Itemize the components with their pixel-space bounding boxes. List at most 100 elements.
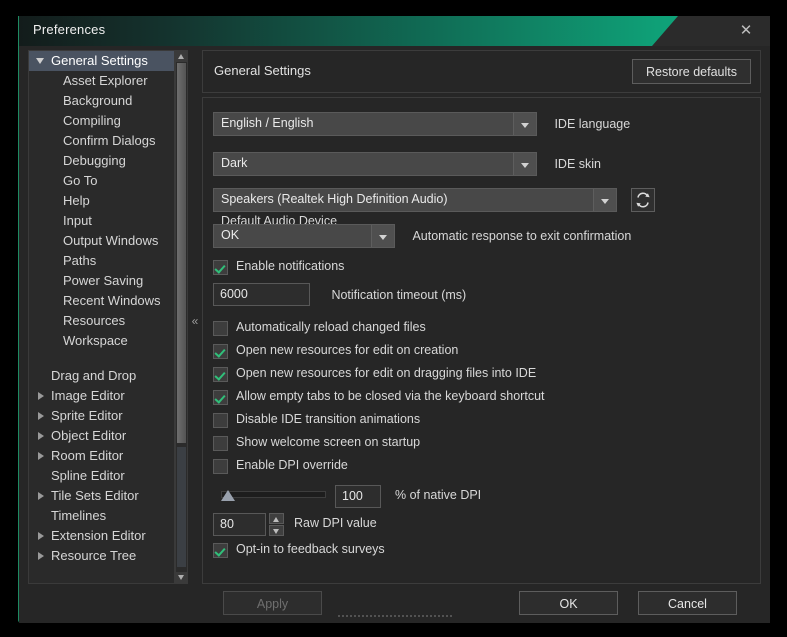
sidebar-item-asset-explorer[interactable]: Asset Explorer [29,71,174,91]
sidebar-item-background[interactable]: Background [29,91,174,111]
sidebar-item-label: Confirm Dialogs [63,133,155,148]
close-icon[interactable]: ✕ [736,21,756,41]
sidebar-item-go-to[interactable]: Go To [29,171,174,191]
sidebar-item-timelines[interactable]: Timelines [29,506,174,526]
chevron-right-icon[interactable] [36,426,48,446]
checkbox-box[interactable] [213,459,228,474]
sidebar-item-label: Extension Editor [51,528,146,543]
ide-skin-select[interactable]: Dark [213,152,537,176]
chevron-right-icon[interactable] [36,406,48,426]
chevron-right-icon[interactable] [36,446,48,466]
sidebar-scrollbar[interactable] [175,50,188,584]
scroll-down-icon[interactable] [176,572,187,583]
sidebar-item-sprite-editor[interactable]: Sprite Editor [29,406,174,426]
checkbox-box[interactable] [213,436,228,451]
tree-spacer [36,366,48,386]
sidebar-item-label: Tile Sets Editor [51,488,139,503]
sidebar-item-room-editor[interactable]: Room Editor [29,446,174,466]
checkbox-box[interactable] [213,321,228,336]
ide-skin-row: Dark IDE skin [213,152,601,176]
checkbox-box[interactable] [213,367,228,382]
checkbox-box[interactable] [213,543,228,558]
sidebar-item-help[interactable]: Help [29,191,174,211]
chevron-down-icon[interactable] [513,153,536,175]
sidebar-item-compiling[interactable]: Compiling [29,111,174,131]
raw-dpi-stepper[interactable] [269,513,284,536]
tree-spacer [36,271,48,291]
raw-dpi-label: Raw DPI value [294,516,377,530]
sidebar-item-power-saving[interactable]: Power Saving [29,271,174,291]
sidebar-item-label: Workspace [63,333,128,348]
sidebar-item-paths[interactable]: Paths [29,251,174,271]
notification-timeout-input[interactable]: 6000 [213,283,310,306]
sidebar-item-drag-and-drop[interactable]: Drag and Drop [29,366,174,386]
chevron-right-icon[interactable] [36,486,48,506]
tree-spacer [36,71,48,91]
exit-confirmation-value: OK [221,228,239,242]
sidebar-item-workspace[interactable]: Workspace [29,331,174,351]
apply-button[interactable]: Apply [223,591,322,615]
collapse-sidebar-handle[interactable]: « [189,311,201,331]
exit-confirmation-row: OK Automatic response to exit confirmati… [213,224,631,248]
checkbox-box[interactable] [213,260,228,275]
sidebar-item-spline-editor[interactable]: Spline Editor [29,466,174,486]
tree-spacer [36,111,48,131]
sidebar-item-confirm-dialogs[interactable]: Confirm Dialogs [29,131,174,151]
restore-defaults-button[interactable]: Restore defaults [632,59,751,84]
checkbox-box[interactable] [213,390,228,405]
stepper-down-icon[interactable] [269,525,284,536]
sidebar-item-resource-tree[interactable]: Resource Tree [29,546,174,566]
sidebar-item-object-editor[interactable]: Object Editor [29,426,174,446]
sidebar-item-general-settings[interactable]: General Settings [29,51,174,71]
tree-spacer [36,191,48,211]
title-bar[interactable]: Preferences ✕ [19,16,770,46]
scroll-up-icon[interactable] [176,51,187,62]
dpi-percent-input[interactable]: 100 [335,485,381,508]
checkbox-label: Open new resources for edit on dragging … [236,366,536,380]
chevron-down-icon[interactable] [513,113,536,135]
checkbox-box[interactable] [213,344,228,359]
sidebar-item-label: Go To [63,173,97,188]
dpi-slider-thumb[interactable] [221,490,235,501]
audio-device-select[interactable]: Speakers (Realtek High Definition Audio) [213,188,617,212]
scrollbar-thumb-lower[interactable] [177,447,186,567]
sidebar-item-label: Help [63,193,90,208]
stepper-up-icon[interactable] [269,513,284,524]
ide-skin-value: Dark [221,156,247,170]
sidebar-item-tile-sets-editor[interactable]: Tile Sets Editor [29,486,174,506]
chevron-right-icon[interactable] [36,526,48,546]
settings-category-tree[interactable]: General SettingsAsset ExplorerBackground… [28,50,175,584]
sidebar-item-label: Power Saving [63,273,143,288]
sidebar-item-recent-windows[interactable]: Recent Windows [29,291,174,311]
refresh-icon[interactable] [631,188,655,212]
sidebar-item-output-windows[interactable]: Output Windows [29,231,174,251]
tree-spacer [36,131,48,151]
checkbox-label: Show welcome screen on startup [236,435,420,449]
sidebar-item-label: Input [63,213,92,228]
scrollbar-thumb[interactable] [177,63,186,443]
checkbox-box[interactable] [213,413,228,428]
chevron-down-icon[interactable] [593,189,616,211]
chevron-right-icon[interactable] [36,546,48,566]
exit-confirmation-select[interactable]: OK [213,224,395,248]
chevron-down-icon[interactable] [371,225,394,247]
sidebar-item-resources[interactable]: Resources [29,311,174,331]
preferences-dialog: Preferences ✕ General SettingsAsset Expl… [18,16,769,623]
sidebar-item-label: Recent Windows [63,293,161,308]
chevron-down-icon[interactable] [36,51,48,71]
dpi-slider-track[interactable] [221,491,326,498]
sidebar-item-label: Drag and Drop [51,368,136,383]
chevron-right-icon[interactable] [36,386,48,406]
raw-dpi-row: 80 Raw DPI value [213,512,753,538]
cancel-button[interactable]: Cancel [638,591,737,615]
ok-button[interactable]: OK [519,591,618,615]
sidebar-item-image-editor[interactable]: Image Editor [29,386,174,406]
checkbox-label: Allow empty tabs to be closed via the ke… [236,389,545,403]
sidebar-item-extension-editor[interactable]: Extension Editor [29,526,174,546]
ide-skin-label: IDE skin [554,157,601,171]
ide-language-select[interactable]: English / English [213,112,537,136]
resize-grip[interactable] [337,614,453,619]
sidebar-item-input[interactable]: Input [29,211,174,231]
sidebar-item-debugging[interactable]: Debugging [29,151,174,171]
raw-dpi-input[interactable]: 80 [213,513,266,536]
